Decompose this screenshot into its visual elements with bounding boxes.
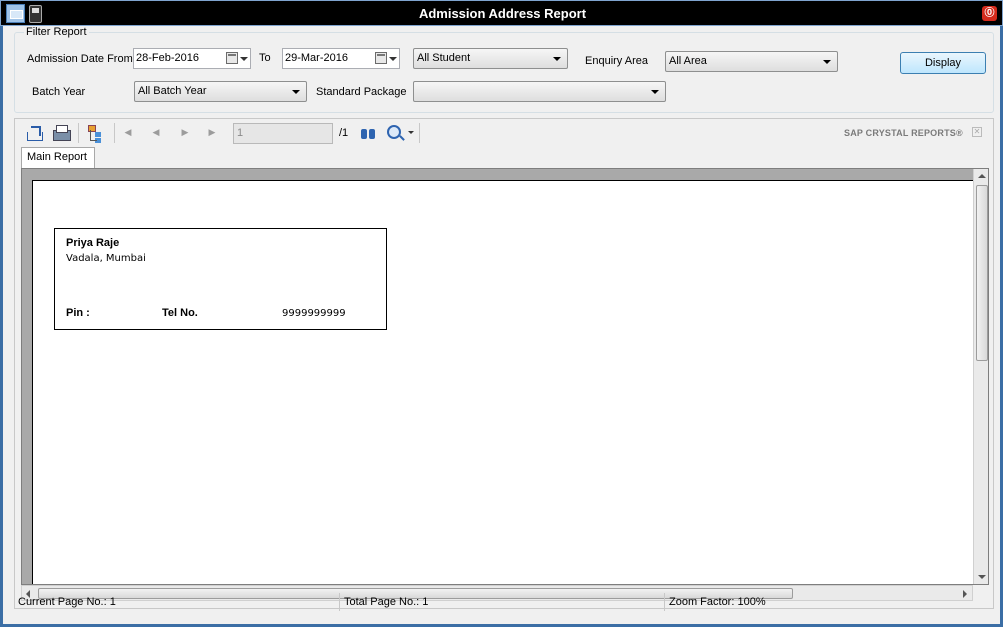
- calendar-icon[interactable]: [226, 52, 238, 64]
- chevron-down-icon[interactable]: [240, 57, 248, 61]
- window-body: Filter Report Admission Date From 28-Feb…: [0, 26, 1003, 627]
- vertical-scroll-thumb[interactable]: [976, 185, 988, 361]
- student-address: Vadala, Mumbai: [66, 253, 146, 264]
- vertical-scrollbar[interactable]: [973, 169, 988, 584]
- admission-date-from-label: Admission Date From: [27, 53, 133, 65]
- status-bar: Current Page No.: 1 Total Page No.: 1 Zo…: [14, 593, 992, 611]
- calendar-icon[interactable]: [375, 52, 387, 64]
- date-from-picker[interactable]: 28-Feb-2016: [133, 48, 251, 69]
- chevron-down-icon[interactable]: [408, 131, 414, 134]
- filter-report-legend: Filter Report: [24, 26, 89, 38]
- chevron-down-icon[interactable]: [823, 60, 831, 64]
- export-icon[interactable]: [25, 124, 43, 142]
- batch-year-label: Batch Year: [32, 86, 86, 98]
- student-name: Priya Raje: [66, 237, 120, 249]
- title-bar: Admission Address Report ⓪: [0, 0, 1003, 26]
- toolbar-divider: [78, 123, 79, 143]
- student-select-value: All Student: [417, 52, 471, 64]
- to-label: To: [259, 52, 271, 64]
- student-select[interactable]: All Student: [413, 48, 568, 69]
- total-page-status: Total Page No.: 1: [340, 593, 665, 611]
- toolbar-divider: [114, 123, 115, 143]
- page-number-input[interactable]: 1: [233, 123, 333, 144]
- chevron-down-icon[interactable]: [389, 57, 397, 61]
- report-page: Priya Raje Vadala, Mumbai Pin : Tel No. …: [32, 180, 988, 584]
- print-icon[interactable]: [52, 124, 71, 142]
- scroll-up-icon[interactable]: [978, 174, 986, 178]
- standard-package-label: Standard Package: [316, 86, 407, 98]
- toolbar-divider: [419, 123, 420, 143]
- date-from-value: 28-Feb-2016: [136, 52, 199, 64]
- viewer-toolbar: ◀ ◀ ▶ ▶ 1 /1 SAP CRYSTAL REPORTS® ✕: [15, 119, 993, 147]
- group-tree-icon[interactable]: [86, 124, 104, 142]
- tel-value: 9999999999: [282, 308, 346, 319]
- date-to-picker[interactable]: 29-Mar-2016: [282, 48, 400, 69]
- tel-label: Tel No.: [162, 307, 198, 319]
- chevron-down-icon[interactable]: [292, 90, 300, 94]
- batch-year-value: All Batch Year: [138, 85, 207, 97]
- previous-page-icon[interactable]: ◀: [151, 128, 161, 138]
- zoom-icon[interactable]: [387, 125, 401, 139]
- current-page-status: Current Page No.: 1: [14, 593, 340, 611]
- pin-label: Pin :: [66, 307, 90, 319]
- brand-label: SAP CRYSTAL REPORTS®: [844, 128, 963, 138]
- zoom-factor-status: Zoom Factor: 100%: [669, 596, 766, 608]
- window-title: Admission Address Report: [418, 6, 587, 21]
- scroll-down-icon[interactable]: [978, 575, 986, 579]
- tab-main-report[interactable]: Main Report: [21, 147, 95, 168]
- close-button[interactable]: ⓪: [982, 6, 997, 21]
- page-total: /1: [339, 127, 349, 139]
- first-page-icon[interactable]: ◀: [123, 128, 133, 138]
- chevron-down-icon[interactable]: [651, 90, 659, 94]
- address-label-card: Priya Raje Vadala, Mumbai Pin : Tel No. …: [54, 228, 387, 330]
- chevron-down-icon[interactable]: [553, 57, 561, 61]
- report-canvas: Priya Raje Vadala, Mumbai Pin : Tel No. …: [21, 168, 989, 585]
- find-icon[interactable]: [360, 126, 376, 140]
- enquiry-area-label: Enquiry Area: [585, 55, 648, 67]
- close-icon[interactable]: ✕: [972, 127, 982, 137]
- enquiry-area-select[interactable]: All Area: [665, 51, 838, 72]
- last-page-icon[interactable]: ▶: [207, 128, 217, 138]
- date-to-value: 29-Mar-2016: [285, 52, 348, 64]
- display-button[interactable]: Display: [900, 52, 986, 74]
- crystal-report-viewer: ◀ ◀ ▶ ▶ 1 /1 SAP CRYSTAL REPORTS® ✕ Main…: [14, 118, 994, 609]
- batch-year-select[interactable]: All Batch Year: [134, 81, 307, 102]
- enquiry-area-value: All Area: [669, 55, 707, 67]
- standard-package-select[interactable]: [413, 81, 666, 102]
- next-page-icon[interactable]: ▶: [180, 128, 190, 138]
